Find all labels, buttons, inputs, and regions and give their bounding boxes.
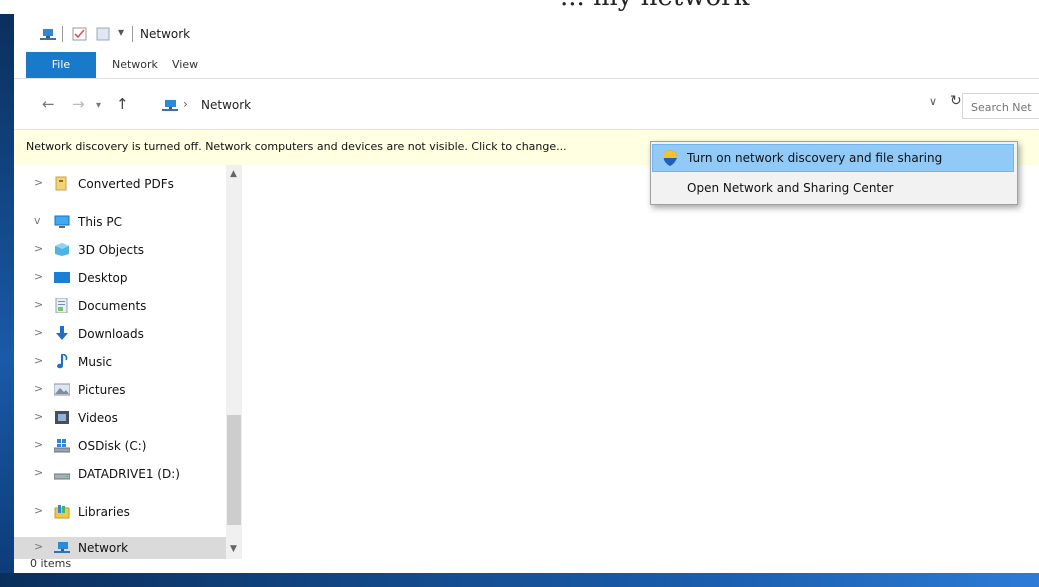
customize-toolbar-icon[interactable]: ▾ [118, 25, 124, 39]
caption-fragment: ... my network [560, 0, 749, 12]
cube-icon [55, 243, 69, 256]
network-icon [162, 100, 178, 111]
expand-chevron-icon[interactable]: > [34, 242, 43, 255]
nav-item-3d-objects[interactable]: > 3D Objects [14, 239, 226, 261]
nav-item-label: Converted PDFs [78, 177, 174, 191]
os-drive-icon [54, 439, 70, 453]
nav-scrollbar[interactable]: ▲ ▼ [226, 165, 242, 559]
up-arrow-icon[interactable]: ↑ [116, 95, 129, 113]
properties-icon[interactable] [72, 27, 88, 41]
context-menu: Turn on network discovery and file shari… [650, 141, 1018, 205]
item-count: 0 items [30, 557, 72, 570]
nav-item-label: 3D Objects [78, 243, 145, 257]
new-folder-icon[interactable] [96, 27, 112, 41]
menu-item-label: Turn on network discovery and file shari… [687, 151, 943, 165]
uac-shield-icon [663, 150, 677, 166]
expand-chevron-icon[interactable]: > [34, 298, 43, 311]
pc-icon [54, 215, 70, 228]
file-explorer-window: ▾ Network File Network View ← → ▾ ↑ › Ne… [14, 14, 1039, 573]
expand-chevron-icon[interactable]: > [34, 504, 43, 517]
desktop-background-left [0, 14, 14, 587]
collapse-chevron-icon[interactable]: v [34, 214, 41, 227]
desktop-background-bottom [0, 573, 1039, 587]
nav-item-label: Network [78, 541, 129, 555]
nav-item-osdisk[interactable]: > OSDisk (C:) [14, 435, 226, 457]
drive-icon [54, 473, 70, 480]
toolbar-separator [62, 26, 63, 42]
expand-chevron-icon[interactable]: > [34, 354, 43, 367]
tab-network[interactable]: Network [112, 52, 158, 78]
libraries-icon [54, 505, 70, 519]
expand-chevron-icon[interactable]: > [34, 382, 43, 395]
nav-item-label: Documents [78, 299, 147, 313]
content-pane[interactable] [242, 165, 1039, 559]
navigation-bar: ← → ▾ ↑ › Network ∨ ↻ [14, 79, 1039, 129]
nav-item-converted-pdfs[interactable]: > Converted PDFs [14, 173, 226, 195]
nav-item-videos[interactable]: > Videos [14, 407, 226, 429]
status-bar: 0 items [14, 557, 1039, 573]
expand-chevron-icon[interactable]: > [34, 438, 43, 451]
address-bar[interactable]: › Network [144, 93, 951, 119]
nav-item-music[interactable]: > Music [14, 351, 226, 373]
refresh-icon[interactable]: ↻ [950, 93, 962, 109]
network-icon [54, 542, 70, 553]
folder-icon [55, 176, 67, 191]
nav-item-label: This PC [78, 215, 122, 229]
expand-chevron-icon[interactable]: > [34, 540, 43, 553]
address-dropdown-icon[interactable]: ∨ [929, 95, 937, 108]
nav-item-pictures[interactable]: > Pictures [14, 379, 226, 401]
scroll-down-icon[interactable]: ▼ [230, 544, 237, 554]
download-icon [56, 326, 68, 340]
search-input[interactable] [969, 96, 1039, 118]
tab-file[interactable]: File [26, 52, 96, 78]
documents-icon [55, 298, 68, 313]
menu-item-open-sharing-center[interactable]: Open Network and Sharing Center [653, 175, 1013, 201]
nav-item-label: Desktop [78, 271, 128, 285]
nav-item-datadrive[interactable]: > DATADRIVE1 (D:) [14, 463, 226, 485]
scroll-thumb[interactable] [227, 415, 241, 525]
window-title: Network [140, 27, 191, 41]
infobar-message[interactable]: Network discovery is turned off. Network… [26, 140, 567, 153]
network-app-icon [40, 29, 56, 40]
tab-view[interactable]: View [172, 52, 198, 78]
nav-item-documents[interactable]: > Documents [14, 295, 226, 317]
breadcrumb-chevron-icon[interactable]: › [183, 97, 188, 111]
search-box[interactable] [962, 93, 1039, 119]
nav-item-label: OSDisk (C:) [78, 439, 147, 453]
nav-item-label: Downloads [78, 327, 144, 341]
toolbar-separator [132, 26, 133, 42]
music-icon [57, 354, 68, 369]
desktop-icon [54, 272, 70, 283]
expand-chevron-icon[interactable]: > [34, 270, 43, 283]
menu-item-turn-on-discovery[interactable]: Turn on network discovery and file shari… [652, 144, 1014, 172]
expand-chevron-icon[interactable]: > [34, 466, 43, 479]
nav-item-label: Pictures [78, 383, 126, 397]
breadcrumb-network[interactable]: Network [201, 98, 251, 112]
videos-icon [55, 411, 69, 424]
nav-item-this-pc[interactable]: v This PC [14, 211, 226, 233]
ribbon-tabs: File Network View [14, 52, 1039, 78]
scroll-up-icon[interactable]: ▲ [230, 169, 237, 179]
partial-caption-strip: ... my network [0, 0, 1039, 14]
nav-item-label: DATADRIVE1 (D:) [78, 467, 180, 481]
nav-item-label: Videos [78, 411, 118, 425]
nav-item-label: Libraries [78, 505, 130, 519]
nav-item-desktop[interactable]: > Desktop [14, 267, 226, 289]
nav-item-network[interactable]: > Network [14, 537, 226, 559]
title-bar: ▾ Network [14, 14, 1039, 52]
nav-item-downloads[interactable]: > Downloads [14, 323, 226, 345]
expand-chevron-icon[interactable]: > [34, 326, 43, 339]
expand-chevron-icon[interactable]: > [34, 410, 43, 423]
navigation-pane: > Converted PDFs v This PC > 3D Objects [14, 165, 242, 559]
recent-locations-icon[interactable]: ▾ [96, 97, 101, 115]
expand-chevron-icon[interactable]: > [34, 176, 43, 189]
nav-item-libraries[interactable]: > Libraries [14, 501, 226, 523]
nav-item-label: Music [78, 355, 113, 369]
back-arrow-icon[interactable]: ← [42, 95, 55, 113]
forward-arrow-icon[interactable]: → [72, 95, 85, 113]
pictures-icon [54, 383, 70, 396]
menu-item-label: Open Network and Sharing Center [687, 181, 894, 195]
